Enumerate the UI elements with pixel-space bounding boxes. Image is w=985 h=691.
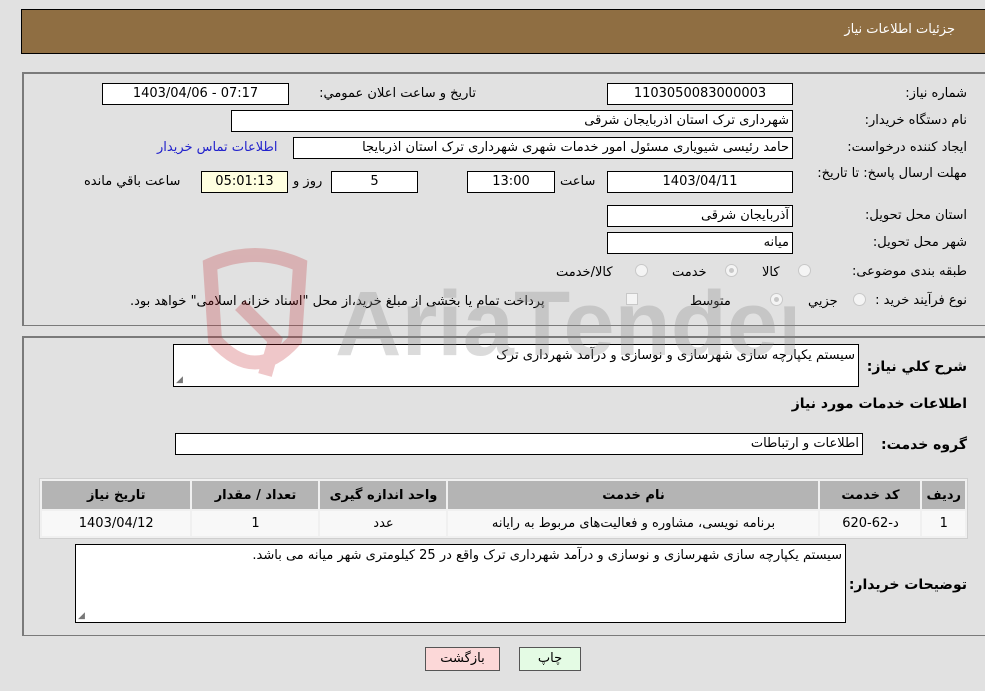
page-title: جزئیات اطلاعات نیاز <box>844 22 955 37</box>
category-option-goods-service: کالا/خدمت <box>556 265 613 280</box>
need-number-field: 1103050083000003 <box>607 83 793 105</box>
cell-need-date: 1403/04/12 <box>42 511 191 536</box>
remaining-time-field: 05:01:13 <box>201 171 288 193</box>
col-header-need-date: تاریخ نیاز <box>42 481 191 509</box>
resize-grip-icon[interactable]: ◢ <box>78 612 85 621</box>
buyer-org-field: شهرداری ترک استان اذربایجان شرقی <box>231 110 793 132</box>
treasury-checkbox-label: پرداخت تمام یا بخشی از مبلغ خرید،از محل … <box>130 294 545 309</box>
col-header-unit: واحد اندازه گیری <box>320 481 447 509</box>
delivery-province-label: استان محل تحویل: <box>865 208 967 223</box>
announce-datetime-field: 1403/04/06 - 07:17 <box>102 83 289 105</box>
services-table: ردیف کد خدمت نام خدمت واحد اندازه گیری ت… <box>39 478 968 539</box>
purchase-radio-medium[interactable] <box>770 293 783 306</box>
need-number-label: شماره نیاز: <box>905 86 967 101</box>
general-description-textarea[interactable]: سیستم یکپارچه سازی شهرسازی و نوسازی و در… <box>173 344 859 387</box>
treasury-checkbox[interactable] <box>626 293 638 305</box>
cell-quantity: 1 <box>192 511 319 536</box>
service-group-field: اطلاعات و ارتباطات <box>175 433 863 455</box>
buyer-notes-label: توضیحات خریدار: <box>848 577 967 593</box>
general-description-label: شرح كلي نياز: <box>866 359 967 375</box>
remaining-time-label: ساعت باقي مانده <box>84 174 181 189</box>
category-option-service: خدمت <box>672 265 707 280</box>
back-button[interactable]: بازگشت <box>425 647 500 671</box>
buyer-contact-link[interactable]: اطلاعات تماس خریدار <box>157 140 277 155</box>
requester-label: ایجاد کننده درخواست: <box>847 140 967 155</box>
purchase-option-minor: جزيي <box>808 294 838 309</box>
table-header-row: ردیف کد خدمت نام خدمت واحد اندازه گیری ت… <box>42 481 965 509</box>
purchase-type-label: نوع فرآیند خرید : <box>875 293 967 308</box>
buyer-notes-textarea[interactable]: سیستم یکپارچه سازی شهرسازی و نوسازی و در… <box>75 544 846 623</box>
col-header-service-code: کد خدمت <box>820 481 921 509</box>
cell-unit: عدد <box>320 511 447 536</box>
page-header: جزئیات اطلاعات نیاز <box>21 9 985 54</box>
resize-grip-icon[interactable]: ◢ <box>176 376 183 385</box>
requester-field: حامد رئیسی شیویاری مسئول امور خدمات شهری… <box>293 137 793 159</box>
delivery-city-label: شهر محل تحویل: <box>872 235 967 250</box>
cell-row-num: 1 <box>922 511 965 536</box>
category-radio-service[interactable] <box>725 264 738 277</box>
deadline-label: مهلت ارسال پاسخ: تا تاریخ: <box>817 166 967 181</box>
deadline-time-field: 13:00 <box>467 171 555 193</box>
general-description-text: سیستم یکپارچه سازی شهرسازی و نوسازی و در… <box>496 348 855 363</box>
service-group-label: گروه خدمت: <box>881 437 967 453</box>
delivery-province-field: آذربایجان شرقی <box>607 205 793 227</box>
table-row: 1 د-62-620 برنامه نویسی، مشاوره و فعالیت… <box>42 511 965 536</box>
remaining-days-field: 5 <box>331 171 418 193</box>
category-option-goods: کالا <box>762 265 780 280</box>
announce-datetime-label: تاریخ و ساعت اعلان عمومي: <box>319 86 476 101</box>
col-header-service-name: نام خدمت <box>448 481 819 509</box>
category-label: طبقه بندی موضوعی: <box>851 264 967 279</box>
category-radio-goods-service[interactable] <box>635 264 648 277</box>
purchase-option-medium: متوسط <box>690 294 731 309</box>
days-label: روز و <box>293 174 323 189</box>
category-radio-goods[interactable] <box>798 264 811 277</box>
buyer-notes-text: سیستم یکپارچه سازی شهرسازی و نوسازی و در… <box>252 548 842 563</box>
buyer-org-label: نام دستگاه خریدار: <box>864 113 967 128</box>
cell-service-name: برنامه نویسی، مشاوره و فعالیت‌های مربوط … <box>448 511 819 536</box>
delivery-city-field: میانه <box>607 232 793 254</box>
deadline-date-field: 1403/04/11 <box>607 171 793 193</box>
deadline-time-label: ساعت <box>560 174 596 189</box>
col-header-row-num: ردیف <box>922 481 965 509</box>
purchase-radio-minor[interactable] <box>853 293 866 306</box>
col-header-quantity: تعداد / مقدار <box>192 481 319 509</box>
print-button[interactable]: چاپ <box>519 647 581 671</box>
services-heading: اطلاعات خدمات مورد نیاز <box>791 396 967 412</box>
cell-service-code: د-62-620 <box>820 511 921 536</box>
